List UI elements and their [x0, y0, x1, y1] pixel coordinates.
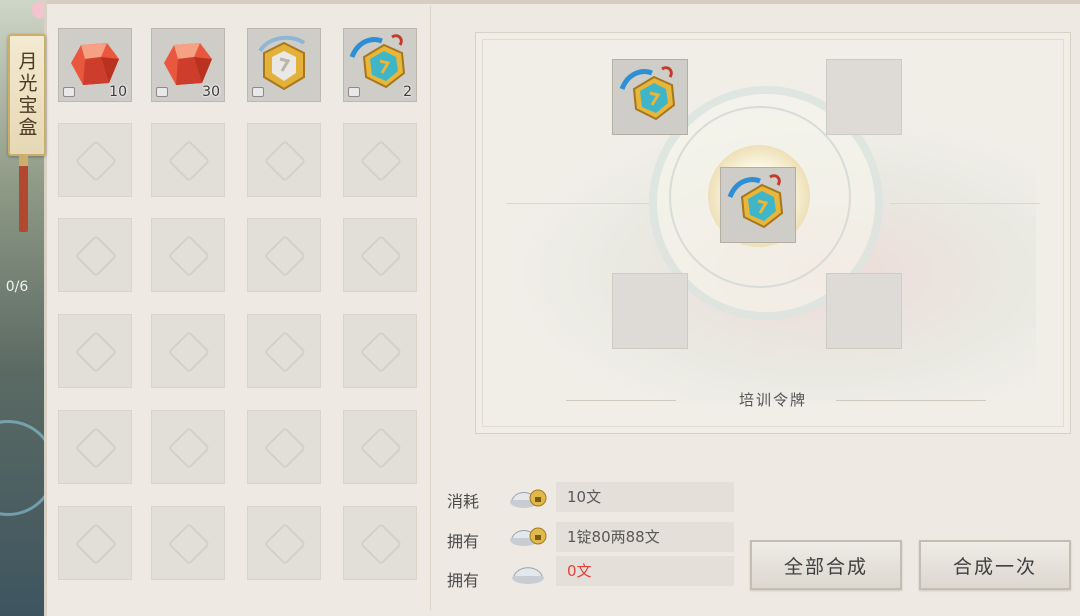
inventory-slot[interactable]: 2 — [343, 28, 417, 102]
empty-slot-pattern — [263, 522, 307, 566]
bound-lock-icon — [63, 87, 75, 97]
synthesize-all-button[interactable]: 全部合成 — [750, 540, 902, 590]
gold-medallion-icon — [258, 35, 306, 91]
training-token-icon — [727, 174, 784, 229]
inventory-slot-empty[interactable] — [247, 410, 321, 484]
bound-silver-ingot-icon — [510, 527, 547, 546]
empty-slot-pattern — [359, 426, 403, 470]
inventory-slot-empty[interactable] — [151, 314, 225, 388]
moonlight-box-tab[interactable]: 月光宝盒 — [8, 34, 46, 156]
bound-lock-icon — [348, 87, 360, 97]
moonlight-box-tab-label: 月光宝盒 — [15, 51, 38, 139]
bound-lock-icon — [252, 87, 264, 97]
inventory-slot-empty[interactable] — [151, 218, 225, 292]
empty-slot-pattern — [359, 234, 403, 278]
training-token-icon — [619, 66, 676, 121]
inventory-slot-empty[interactable] — [343, 314, 417, 388]
item-quantity: 2 — [403, 84, 412, 100]
synthesis-frame: 培训令牌 — [475, 32, 1071, 434]
bound-silver-ingot-icon — [510, 489, 547, 508]
synthesis-target-name: 培训令牌 — [738, 391, 807, 409]
bound-lock-icon — [156, 87, 168, 97]
empty-slot-pattern — [74, 234, 118, 278]
empty-slot-pattern — [167, 426, 211, 470]
own-bound-label: 拥有 — [447, 532, 480, 551]
empty-slot-pattern — [263, 234, 307, 278]
item-quantity: 10 — [109, 84, 127, 100]
empty-slot-pattern — [263, 330, 307, 374]
inventory-slot-empty[interactable] — [58, 218, 132, 292]
empty-slot-pattern — [167, 330, 211, 374]
inventory-slot-empty[interactable] — [58, 506, 132, 580]
inventory-slot[interactable] — [247, 28, 321, 102]
synthesis-input-slot-3[interactable] — [612, 273, 688, 349]
ornament-line-left — [506, 203, 656, 204]
tab-tassel-decoration — [19, 154, 28, 232]
silver-ingot-icon — [512, 567, 544, 584]
synthesize-once-button[interactable]: 合成一次 — [919, 540, 1071, 590]
inventory-slot-empty[interactable] — [247, 314, 321, 388]
own-bound-value: 1锭80两88文 — [556, 522, 734, 552]
empty-slot-pattern — [167, 522, 211, 566]
empty-slot-pattern — [359, 522, 403, 566]
inventory-slot-empty[interactable] — [247, 123, 321, 197]
inventory-slot-empty[interactable] — [343, 218, 417, 292]
synthesis-input-slot-1[interactable] — [612, 59, 688, 135]
empty-slot-pattern — [74, 522, 118, 566]
world-counter: 0/6 — [5, 279, 29, 295]
empty-slot-pattern — [263, 426, 307, 470]
consume-label: 消耗 — [447, 492, 480, 511]
synthesis-input-slot-4[interactable] — [826, 273, 902, 349]
empty-slot-pattern — [359, 139, 403, 183]
synthesis-input-slot-2[interactable] — [826, 59, 902, 135]
inventory-slot-empty[interactable] — [151, 410, 225, 484]
own-value: 0文 — [556, 556, 734, 586]
inventory-slot-empty[interactable] — [343, 410, 417, 484]
own-label: 拥有 — [447, 571, 480, 590]
item-quantity: 30 — [202, 84, 220, 100]
inventory-slot-empty[interactable] — [58, 123, 132, 197]
ornament-line-right — [890, 203, 1040, 204]
empty-slot-pattern — [167, 139, 211, 183]
empty-slot-pattern — [359, 330, 403, 374]
empty-slot-pattern — [263, 139, 307, 183]
panel-divider — [430, 6, 431, 610]
empty-slot-pattern — [167, 234, 211, 278]
inventory-slot-empty[interactable] — [247, 506, 321, 580]
empty-slot-pattern — [74, 426, 118, 470]
empty-slot-pattern — [74, 139, 118, 183]
consume-value: 10文 — [556, 482, 734, 512]
inventory-slot[interactable]: 10 — [58, 28, 132, 102]
inventory-slot[interactable]: 30 — [151, 28, 225, 102]
synthesis-result-slot[interactable] — [720, 167, 796, 243]
inventory-slot-empty[interactable] — [343, 506, 417, 580]
inventory-slot-empty[interactable] — [58, 410, 132, 484]
inventory-slot-empty[interactable] — [247, 218, 321, 292]
inventory-slot-empty[interactable] — [58, 314, 132, 388]
inventory-slot-empty[interactable] — [343, 123, 417, 197]
empty-slot-pattern — [74, 330, 118, 374]
inventory-slot-empty[interactable] — [151, 506, 225, 580]
inventory-slot-empty[interactable] — [151, 123, 225, 197]
panel-top-border — [47, 0, 1080, 4]
